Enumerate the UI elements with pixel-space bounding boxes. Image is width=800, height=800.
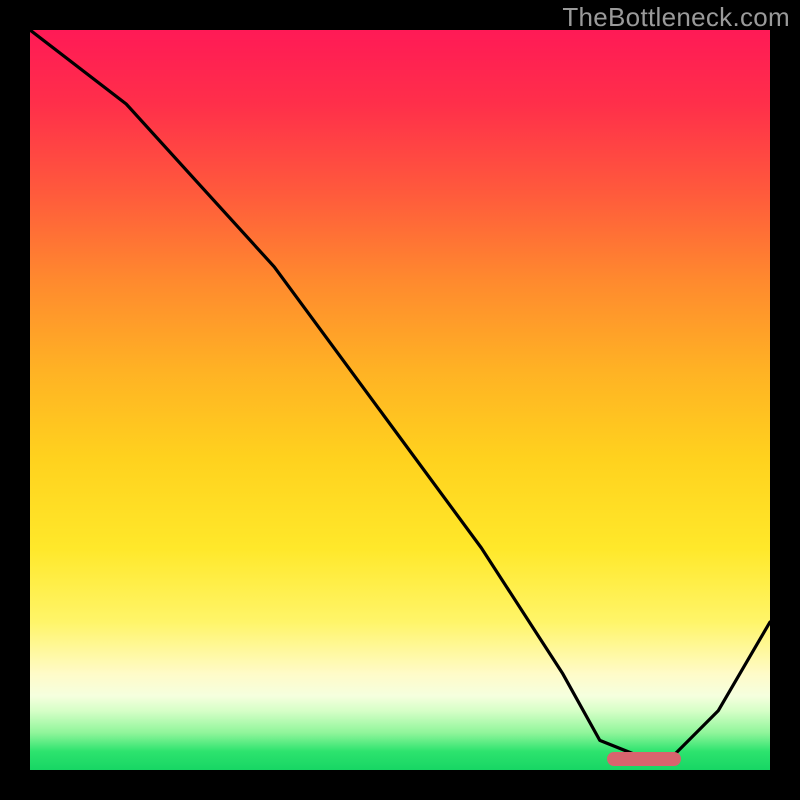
watermark-text: TheBottleneck.com [562, 2, 790, 33]
plot-area [30, 30, 770, 770]
curve-svg [30, 30, 770, 770]
bottleneck-curve [30, 30, 770, 755]
optimal-marker [607, 752, 681, 766]
stage: TheBottleneck.com [0, 0, 800, 800]
